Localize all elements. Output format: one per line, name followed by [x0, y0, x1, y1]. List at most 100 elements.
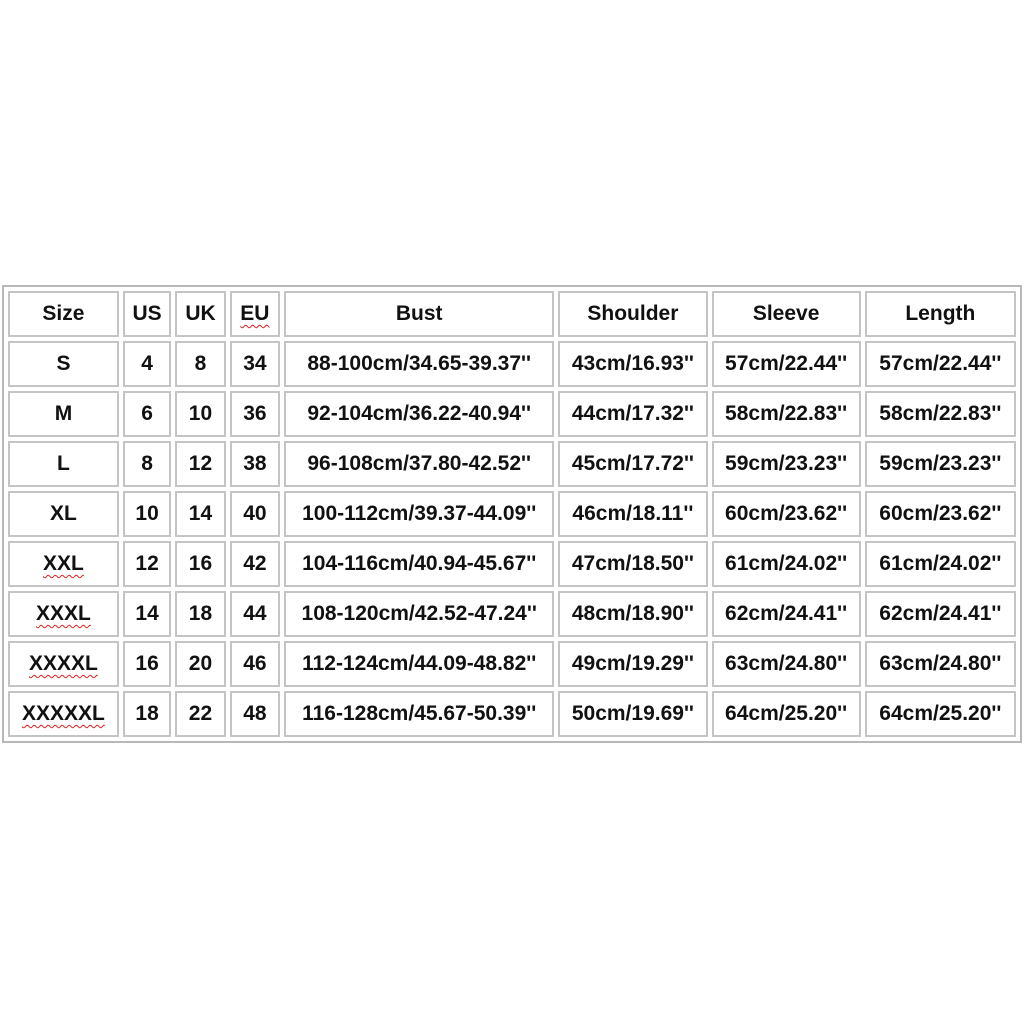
cell-text: XXXL — [36, 602, 91, 625]
table-row: XXL 12 16 42 104-116cm/40.94-45.67'' 47cm/18.… — [8, 541, 1016, 587]
cell-text: 48 — [243, 702, 267, 725]
cell-text: 14 — [135, 602, 159, 625]
cell-sleeve: 58cm/22.83'' — [711, 391, 861, 437]
table-row: S 4 8 34 88-100cm/34.65-39.37'' 43cm/16.93'' 5… — [8, 341, 1016, 387]
cell-text: 50cm/19.69'' — [571, 702, 694, 725]
cell-sleeve: 60cm/23.62'' — [711, 491, 861, 537]
size-chart: Size US UK EU Bust Shoulder Sleeve Length S 4 8 34 8… — [2, 285, 1022, 743]
size-table: Size US UK EU Bust Shoulder Sleeve Length S 4 8 34 8… — [2, 285, 1022, 743]
cell-text: 20 — [188, 652, 213, 675]
cell-us: 4 — [122, 341, 172, 387]
cell-shoulder: 47cm/18.50'' — [558, 541, 708, 587]
cell-us: 8 — [122, 441, 172, 487]
cell-eu: 46 — [229, 641, 281, 687]
cell-uk: 22 — [175, 691, 226, 737]
cell-text: 18 — [188, 602, 213, 625]
cell-text: 61cm/24.02'' — [725, 552, 848, 575]
cell-text: S — [56, 352, 71, 375]
cell-text: 60cm/23.62'' — [725, 502, 848, 525]
cell-bust: 92-104cm/36.22-40.94'' — [284, 391, 555, 437]
cell-shoulder: 46cm/18.11'' — [558, 491, 708, 537]
cell-uk: 8 — [175, 341, 226, 387]
cell-text: 16 — [135, 652, 159, 675]
cell-uk: 10 — [175, 391, 226, 437]
cell-sleeve: 57cm/22.44'' — [711, 341, 861, 387]
cell-eu: 42 — [229, 541, 281, 587]
cell-uk: 12 — [175, 441, 226, 487]
cell-text: 58cm/22.83'' — [879, 402, 1002, 425]
cell-text: 62cm/24.41'' — [725, 602, 848, 625]
cell-text: UK — [185, 302, 216, 325]
cell-uk: 16 — [175, 541, 226, 587]
cell-text: 44cm/17.32'' — [571, 402, 694, 425]
cell-bust: 88-100cm/34.65-39.37'' — [284, 341, 555, 387]
header-us: US — [122, 291, 172, 337]
cell-text: M — [54, 402, 73, 425]
cell-text: 18 — [135, 702, 159, 725]
cell-length: 60cm/23.62'' — [864, 491, 1016, 537]
cell-sleeve: 63cm/24.80'' — [711, 641, 861, 687]
cell-length: 58cm/22.83'' — [864, 391, 1016, 437]
cell-length: 57cm/22.44'' — [864, 341, 1016, 387]
cell-text: 59cm/23.23'' — [725, 452, 848, 475]
cell-text: 34 — [243, 352, 267, 375]
header-length: Length — [864, 291, 1016, 337]
table-row: M 6 10 36 92-104cm/36.22-40.94'' 44cm/17.32''… — [8, 391, 1016, 437]
cell-text: 108-120cm/42.52-47.24'' — [301, 602, 537, 625]
cell-length: 62cm/24.41'' — [864, 591, 1016, 637]
cell-text: 63cm/24.80'' — [725, 652, 848, 675]
cell-text: XXL — [43, 552, 84, 575]
cell-length: 59cm/23.23'' — [864, 441, 1016, 487]
cell-size: XXXL — [8, 591, 119, 637]
cell-shoulder: 49cm/19.29'' — [558, 641, 708, 687]
table-row: XXXXL 16 20 46 112-124cm/44.09-48.82'' 49cm/1… — [8, 641, 1016, 687]
cell-eu: 36 — [229, 391, 281, 437]
table-row: XXXXXL 18 22 48 116-128cm/45.67-50.39'' 50cm/… — [8, 691, 1016, 737]
cell-size: XXXXL — [8, 641, 119, 687]
table-row: L 8 12 38 96-108cm/37.80-42.52'' 45cm/17.72''… — [8, 441, 1016, 487]
cell-text: 48cm/18.90'' — [571, 602, 694, 625]
cell-text: 63cm/24.80'' — [879, 652, 1002, 675]
cell-size: L — [8, 441, 119, 487]
cell-text: XXXXXL — [22, 702, 105, 725]
cell-length: 64cm/25.20'' — [864, 691, 1016, 737]
cell-sleeve: 61cm/24.02'' — [711, 541, 861, 587]
cell-text: 57cm/22.44'' — [725, 352, 848, 375]
cell-text: 46 — [243, 652, 267, 675]
cell-size: XL — [8, 491, 119, 537]
cell-size: XXXXXL — [8, 691, 119, 737]
cell-text: 64cm/25.20'' — [879, 702, 1002, 725]
cell-text: 64cm/25.20'' — [725, 702, 848, 725]
cell-sleeve: 64cm/25.20'' — [711, 691, 861, 737]
cell-eu: 34 — [229, 341, 281, 387]
cell-us: 14 — [122, 591, 172, 637]
cell-shoulder: 43cm/16.93'' — [558, 341, 708, 387]
cell-text: 96-108cm/37.80-42.52'' — [307, 452, 532, 475]
cell-text: 46cm/18.11'' — [572, 502, 694, 525]
cell-text: 57cm/22.44'' — [879, 352, 1002, 375]
table-row: XL 10 14 40 100-112cm/39.37-44.09'' 46cm/18.1… — [8, 491, 1016, 537]
cell-size: XXL — [8, 541, 119, 587]
cell-text: 14 — [188, 502, 213, 525]
cell-text: 6 — [141, 402, 153, 425]
cell-length: 63cm/24.80'' — [864, 641, 1016, 687]
cell-text: 4 — [141, 352, 153, 375]
cell-eu: 44 — [229, 591, 281, 637]
cell-text: 60cm/23.62'' — [879, 502, 1002, 525]
cell-us: 12 — [122, 541, 172, 587]
cell-text: 10 — [188, 402, 213, 425]
cell-us: 10 — [122, 491, 172, 537]
header-eu: EU — [229, 291, 281, 337]
cell-text: 61cm/24.02'' — [879, 552, 1002, 575]
cell-text: 62cm/24.41'' — [879, 602, 1002, 625]
cell-text: 10 — [135, 502, 159, 525]
cell-us: 6 — [122, 391, 172, 437]
cell-text: 42 — [243, 552, 267, 575]
cell-shoulder: 48cm/18.90'' — [558, 591, 708, 637]
cell-text: 12 — [188, 452, 213, 475]
cell-text: 58cm/22.83'' — [725, 402, 848, 425]
cell-text: 116-128cm/45.67-50.39'' — [302, 702, 537, 725]
cell-text: L — [57, 452, 70, 475]
cell-sleeve: 62cm/24.41'' — [711, 591, 861, 637]
cell-us: 16 — [122, 641, 172, 687]
